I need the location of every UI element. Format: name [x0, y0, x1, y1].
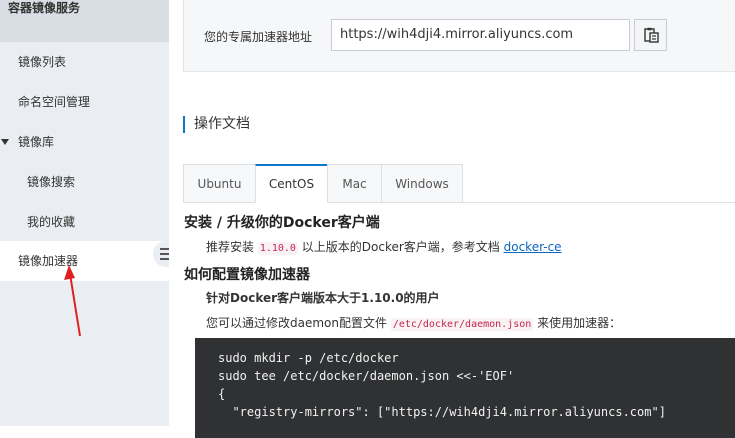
accelerator-panel: 您的专属加速器地址 https://wih4dji4.mirror.aliyun…	[183, 0, 735, 72]
install-text-before: 推荐安装	[206, 240, 258, 254]
sidebar: 容器镜像服务 镜像列表 命名空间管理 镜像库 镜像搜索 我的收藏 镜像加速器	[0, 0, 169, 426]
code-line: {	[218, 387, 226, 401]
code-line: sudo mkdir -p /etc/docker	[218, 351, 399, 365]
annotation-arrow	[64, 265, 81, 337]
config-text-after: 来使用加速器：	[533, 316, 622, 330]
tab-windows[interactable]: Windows	[381, 164, 463, 203]
section-title: 操作文档	[183, 116, 250, 133]
code-line: sudo tee /etc/docker/daemon.json <<-'EOF…	[218, 369, 515, 383]
install-version: 1.10.0	[257, 242, 298, 255]
accelerator-url-field[interactable]: https://wih4dji4.mirror.aliyuncs.com	[331, 19, 630, 51]
code-line: "registry-mirrors": ["https://wih4dji4.m…	[218, 405, 666, 419]
config-path: /etc/docker/daemon.json	[390, 318, 534, 331]
config-subheading: 针对Docker客户端版本大于1.10.0的用户	[206, 291, 440, 305]
code-block: sudo mkdir -p /etc/docker sudo tee /etc/…	[195, 338, 735, 438]
clipboard-icon	[643, 27, 659, 43]
accelerator-label: 您的专属加速器地址	[204, 30, 313, 44]
install-heading: 安装 / 升级你的Docker客户端	[184, 215, 380, 231]
tab-centos[interactable]: CentOS	[255, 164, 328, 203]
tab-ubuntu[interactable]: Ubuntu	[183, 164, 256, 203]
docker-ce-link[interactable]: docker-ce	[504, 240, 562, 254]
install-text: 推荐安装 1.10.0 以上版本的Docker客户端，参考文档 docker-c…	[206, 238, 562, 255]
copy-button[interactable]	[634, 19, 667, 51]
config-text-before: 您可以通过修改daemon配置文件	[206, 316, 391, 330]
main-content: 您的专属加速器地址 https://wih4dji4.mirror.aliyun…	[169, 0, 735, 438]
install-text-after: 以上版本的Docker客户端，参考文档	[297, 240, 504, 254]
config-heading: 如何配置镜像加速器	[184, 267, 310, 283]
config-text: 您可以通过修改daemon配置文件 /etc/docker/daemon.jso…	[206, 314, 621, 331]
tab-mac[interactable]: Mac	[327, 164, 382, 203]
